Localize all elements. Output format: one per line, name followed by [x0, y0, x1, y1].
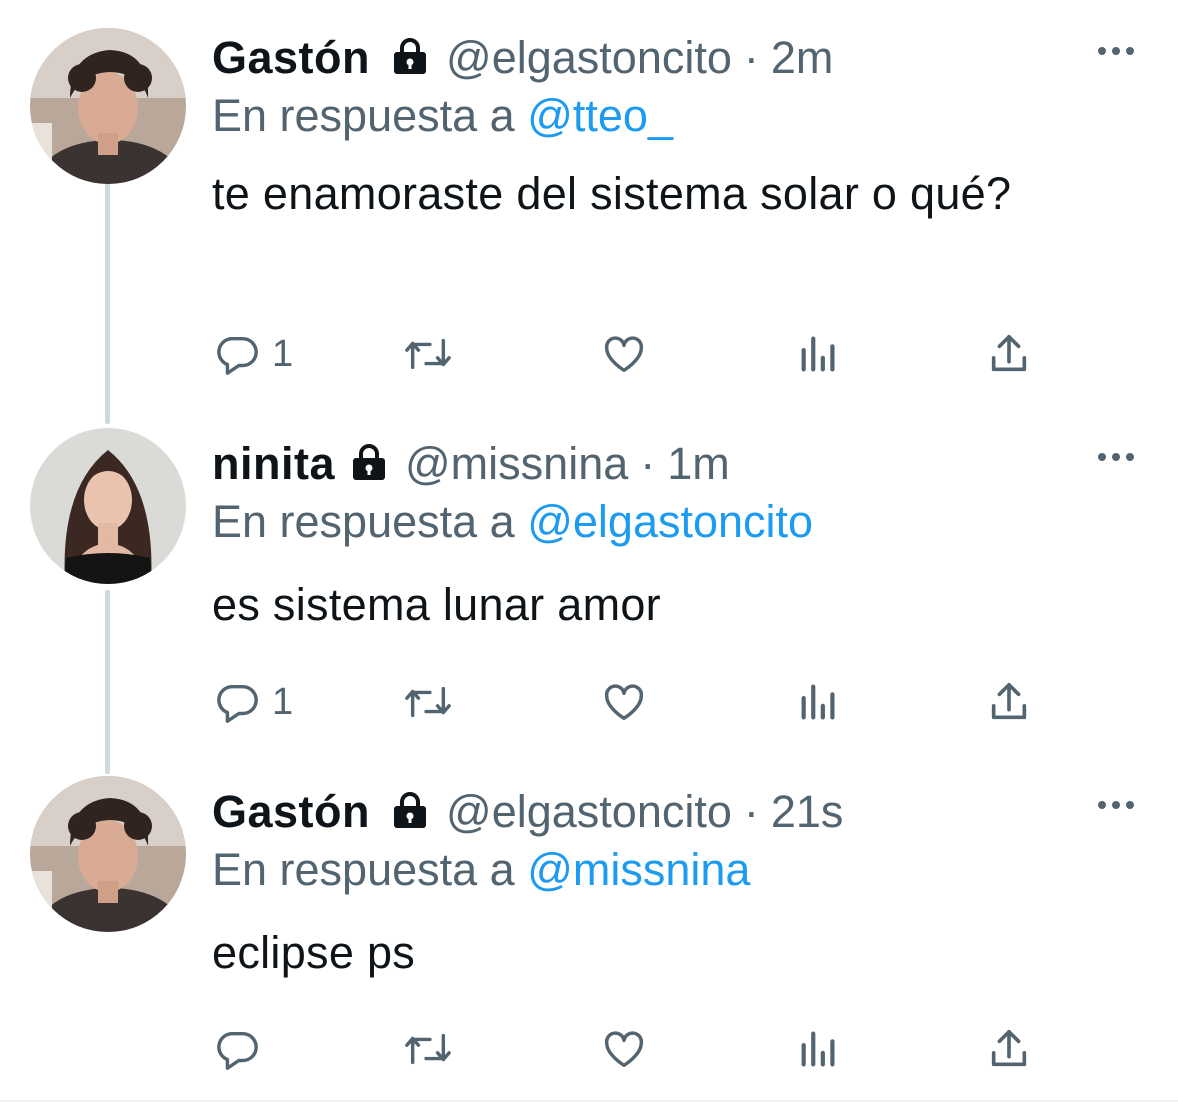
- separator: ·: [743, 32, 759, 83]
- reply-prefix: En respuesta a: [212, 90, 515, 141]
- analytics-icon: [797, 331, 841, 377]
- user-handle[interactable]: @elgastoncito: [446, 786, 732, 838]
- tweet[interactable]: Gastón @elgastoncito · 2m En respuesta a…: [0, 28, 1178, 398]
- like-button[interactable]: [600, 672, 648, 732]
- like-icon: [600, 331, 648, 377]
- analytics-icon: [797, 1026, 841, 1072]
- reply-context: En respuesta a @tteo_: [212, 90, 673, 142]
- lock-icon: [349, 442, 389, 487]
- avatar[interactable]: [30, 28, 186, 184]
- reply-icon: [214, 1026, 260, 1072]
- reply-button[interactable]: [214, 1019, 272, 1079]
- reply-count: 1: [272, 332, 294, 375]
- reply-icon: [214, 331, 260, 377]
- display-name[interactable]: Gastón: [212, 786, 370, 838]
- reply-mention[interactable]: @missnina: [527, 844, 750, 895]
- reply-mention[interactable]: @tteo_: [527, 90, 673, 141]
- timestamp[interactable]: 2m: [771, 32, 834, 84]
- reply-count: 1: [272, 680, 294, 723]
- retweet-button[interactable]: [402, 1019, 454, 1079]
- tweet-header: Gastón @elgastoncito · 2m: [212, 28, 833, 88]
- retweet-button[interactable]: [402, 672, 454, 732]
- tweet-header: ninita @missnina · 1m: [212, 434, 730, 494]
- share-icon: [987, 1026, 1031, 1072]
- more-icon[interactable]: [1094, 36, 1138, 66]
- retweet-icon: [402, 331, 454, 377]
- analytics-button[interactable]: [797, 324, 841, 384]
- timestamp[interactable]: 21s: [771, 786, 844, 838]
- separator: ·: [743, 786, 759, 837]
- lock-icon: [390, 790, 430, 835]
- share-button[interactable]: [987, 324, 1031, 384]
- tweet[interactable]: Gastón @elgastoncito · 21s En respuesta …: [0, 776, 1178, 1092]
- analytics-button[interactable]: [797, 1019, 841, 1079]
- tweet-text: es sistema lunar amor: [212, 579, 661, 630]
- share-icon: [987, 331, 1031, 377]
- like-button[interactable]: [600, 324, 648, 384]
- retweet-icon: [402, 1026, 454, 1072]
- avatar[interactable]: [30, 428, 186, 584]
- action-bar: 1: [212, 324, 1042, 384]
- like-button[interactable]: [600, 1019, 648, 1079]
- like-icon: [600, 679, 648, 725]
- reply-prefix: En respuesta a: [212, 496, 515, 547]
- reply-context: En respuesta a @elgastoncito: [212, 496, 813, 548]
- divider: [0, 1100, 1178, 1102]
- display-name[interactable]: ninita: [212, 438, 335, 490]
- timestamp[interactable]: 1m: [667, 438, 730, 490]
- retweet-button[interactable]: [402, 324, 454, 384]
- tweet-text: eclipse ps: [212, 927, 416, 978]
- reply-prefix: En respuesta a: [212, 844, 515, 895]
- tweet-text: te enamoraste del sistema solar o qué?: [212, 168, 1012, 219]
- display-name[interactable]: Gastón: [212, 32, 370, 84]
- reply-button[interactable]: 1: [214, 672, 293, 732]
- reply-context: En respuesta a @missnina: [212, 844, 750, 896]
- reply-icon: [214, 679, 260, 725]
- more-icon[interactable]: [1094, 442, 1138, 472]
- share-button[interactable]: [987, 1019, 1031, 1079]
- analytics-icon: [797, 679, 841, 725]
- reply-mention[interactable]: @elgastoncito: [527, 496, 813, 547]
- share-button[interactable]: [987, 672, 1031, 732]
- more-icon[interactable]: [1094, 790, 1138, 820]
- like-icon: [600, 1026, 648, 1072]
- tweet[interactable]: ninita @missnina · 1m En respuesta a @el…: [0, 428, 1178, 754]
- action-bar: 1: [212, 672, 1042, 732]
- analytics-button[interactable]: [797, 672, 841, 732]
- action-bar: [212, 1019, 1042, 1079]
- user-handle[interactable]: @elgastoncito: [446, 32, 732, 84]
- tweet-header: Gastón @elgastoncito · 21s: [212, 782, 843, 842]
- lock-icon: [390, 36, 430, 81]
- user-handle[interactable]: @missnina: [405, 438, 628, 490]
- share-icon: [987, 679, 1031, 725]
- avatar[interactable]: [30, 776, 186, 932]
- separator: ·: [640, 438, 656, 489]
- reply-button[interactable]: 1: [214, 324, 293, 384]
- retweet-icon: [402, 679, 454, 725]
